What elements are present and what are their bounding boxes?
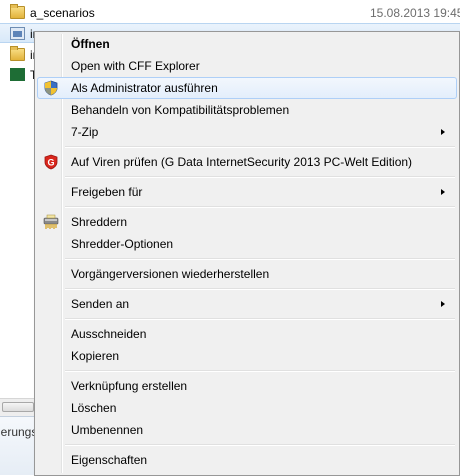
menu-separator	[65, 206, 455, 208]
menu-item-shredder-options[interactable]: Shredder-Optionen	[37, 233, 457, 255]
menu-item-share-with[interactable]: Freigeben für	[37, 181, 457, 203]
menu-item-label: Umbenennen	[71, 423, 144, 437]
menu-separator	[65, 176, 455, 178]
menu-item-label: Vorgängerversionen wiederherstellen	[71, 267, 270, 281]
context-menu: Öffnen Open with CFF Explorer Als Admini…	[34, 31, 460, 476]
menu-item-send-to[interactable]: Senden an	[37, 293, 457, 315]
menu-item-label: Ausschneiden	[71, 327, 147, 341]
menu-item-shred[interactable]: Shreddern	[37, 211, 457, 233]
details-text: ierungs	[0, 425, 38, 439]
menu-item-open-cff-explorer[interactable]: Open with CFF Explorer	[37, 55, 457, 77]
shredder-icon	[43, 214, 59, 230]
menu-item-restore-previous-versions[interactable]: Vorgängerversionen wiederherstellen	[37, 263, 457, 285]
menu-item-label: Verknüpfung erstellen	[71, 379, 188, 393]
menu-separator	[65, 258, 455, 260]
submenu-arrow-icon	[441, 129, 445, 135]
menu-item-delete[interactable]: Löschen	[37, 397, 457, 419]
menu-item-label: Shredder-Optionen	[71, 237, 174, 251]
menu-item-label: Löschen	[71, 401, 117, 415]
menu-item-copy[interactable]: Kopieren	[37, 345, 457, 367]
submenu-arrow-icon	[441, 301, 445, 307]
menu-item-label: Senden an	[71, 297, 130, 311]
menu-item-label: Open with CFF Explorer	[71, 59, 200, 73]
uac-shield-icon	[43, 80, 59, 96]
file-name: a_scenarios	[30, 6, 95, 20]
menu-separator	[65, 318, 455, 320]
menu-item-label: Behandeln von Kompatibilitätsproblemen	[71, 103, 290, 117]
menu-item-cut[interactable]: Ausschneiden	[37, 323, 457, 345]
menu-item-run-as-admin[interactable]: Als Administrator ausführen	[37, 77, 457, 99]
folder-icon	[10, 4, 25, 19]
file-date: 15.08.2013 19:45	[370, 6, 460, 20]
menu-item-properties[interactable]: Eigenschaften	[37, 449, 457, 471]
application-icon	[10, 68, 25, 81]
menu-item-label: Shreddern	[71, 215, 128, 229]
menu-item-open[interactable]: Öffnen	[37, 33, 457, 55]
menu-item-label: Kopieren	[71, 349, 120, 363]
menu-item-label: Als Administrator ausführen	[71, 81, 218, 95]
scrollbar-thumb[interactable]	[2, 402, 34, 412]
menu-item-compatibility[interactable]: Behandeln von Kompatibilitätsproblemen	[37, 99, 457, 121]
menu-item-label: Freigeben für	[71, 185, 143, 199]
menu-item-label: Eigenschaften	[71, 453, 148, 467]
menu-separator	[65, 288, 455, 290]
folder-icon	[10, 46, 25, 61]
submenu-arrow-icon	[441, 189, 445, 195]
menu-item-create-shortcut[interactable]: Verknüpfung erstellen	[37, 375, 457, 397]
menu-item-7zip[interactable]: 7-Zip	[37, 121, 457, 143]
menu-item-virus-scan[interactable]: G Auf Viren prüfen (G Data InternetSecur…	[37, 151, 457, 173]
menu-item-label: 7-Zip	[71, 125, 99, 139]
menu-separator	[65, 146, 455, 148]
svg-text:G: G	[47, 158, 54, 168]
menu-separator	[65, 370, 455, 372]
menu-item-rename[interactable]: Umbenennen	[37, 419, 457, 441]
menu-item-label: Öffnen	[71, 37, 110, 51]
gdata-icon: G	[43, 154, 59, 170]
menu-separator	[65, 444, 455, 446]
executable-icon	[10, 27, 25, 40]
file-row-a-scenarios[interactable]: a_scenarios 15.08.2013 19:45	[0, 3, 460, 23]
menu-item-label: Auf Viren prüfen (G Data InternetSecurit…	[71, 155, 413, 169]
